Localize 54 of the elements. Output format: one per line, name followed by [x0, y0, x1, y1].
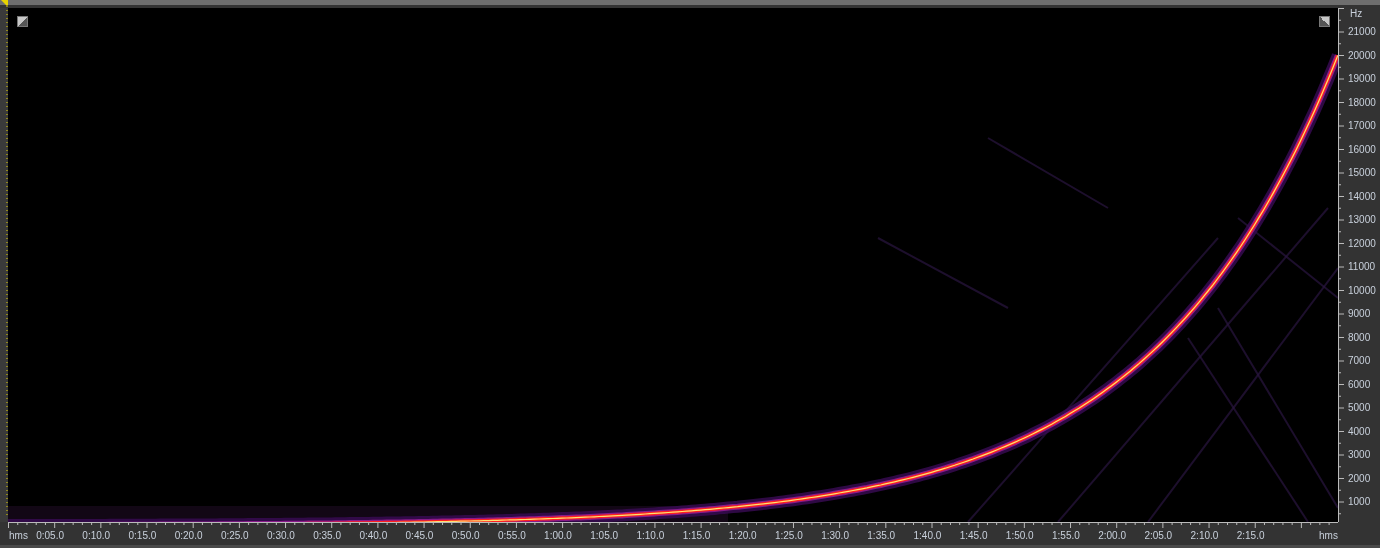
- time-label: 1:40.0: [913, 530, 942, 542]
- frequency-label: 19000: [1348, 73, 1376, 85]
- time-label: 0:30.0: [267, 530, 295, 542]
- time-label: 1:25.0: [774, 530, 803, 542]
- zoom-corner-icon[interactable]: [17, 16, 28, 27]
- frequency-unit: Hz: [1350, 8, 1363, 20]
- frequency-label: 3000: [1348, 449, 1371, 461]
- time-label: 1:20.0: [728, 530, 757, 542]
- frequency-label: 21000: [1348, 26, 1376, 38]
- frequency-label: 9000: [1348, 308, 1371, 320]
- time-label: 2:15.0: [1236, 530, 1265, 542]
- frequency-label: 20000: [1348, 49, 1376, 62]
- frequency-label: 4000: [1348, 425, 1371, 438]
- time-label: 0:05.0: [36, 530, 64, 542]
- frequency-label: 18000: [1348, 96, 1376, 109]
- frequency-label: 10000: [1348, 284, 1376, 297]
- time-label: 2:10.0: [1190, 530, 1219, 542]
- time-label: 1:50.0: [1005, 530, 1034, 542]
- zoom-corner-icon[interactable]: [1319, 16, 1330, 27]
- time-label: 0:15.0: [128, 530, 157, 542]
- frequency-label: 12000: [1348, 237, 1376, 250]
- time-label: 0:10.0: [82, 530, 111, 542]
- time-label: 1:45.0: [959, 530, 988, 542]
- time-label: 0:45.0: [405, 530, 434, 542]
- frequency-label: 13000: [1348, 214, 1376, 226]
- time-label: 1:15.0: [682, 530, 711, 542]
- frequency-label: 11000: [1348, 261, 1376, 273]
- frequency-label: 15000: [1348, 167, 1376, 179]
- frequency-label: 16000: [1348, 143, 1376, 156]
- time-unit: hms: [1319, 530, 1338, 542]
- time-label: 0:40.0: [359, 530, 388, 542]
- frequency-label: 1000: [1348, 496, 1371, 508]
- time-label: 0:55.0: [497, 530, 526, 542]
- frequency-label: 8000: [1348, 331, 1371, 344]
- time-label: 2:05.0: [1144, 530, 1173, 542]
- frequency-label: 14000: [1348, 190, 1376, 203]
- time-label: 1:55.0: [1052, 530, 1080, 542]
- frequency-label: 7000: [1348, 355, 1371, 367]
- time-label: 0:35.0: [313, 530, 342, 542]
- time-label: 1:30.0: [821, 530, 849, 542]
- playhead-marker[interactable]: [0, 0, 8, 517]
- time-label: 1:05.0: [590, 530, 619, 542]
- time-label: 1:35.0: [867, 530, 896, 542]
- time-label: 2:00.0: [1098, 530, 1126, 542]
- frequency-label: 17000: [1348, 120, 1376, 132]
- time-label: 0:50.0: [451, 530, 480, 542]
- time-label: 1:00.0: [544, 530, 572, 542]
- time-label: 1:10.0: [636, 530, 665, 542]
- frequency-label: 5000: [1348, 402, 1371, 414]
- time-label: 0:20.0: [174, 530, 203, 542]
- frequency-label: 6000: [1348, 378, 1371, 391]
- time-label: 0:25.0: [220, 530, 249, 542]
- frequency-label: 2000: [1348, 472, 1371, 485]
- time-unit: hms: [9, 530, 28, 542]
